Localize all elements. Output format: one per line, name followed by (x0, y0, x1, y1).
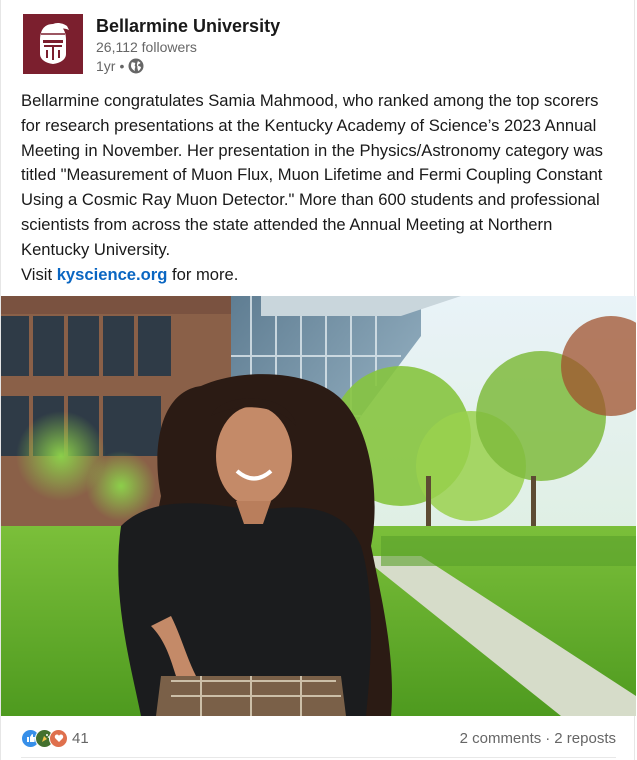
globe-icon (128, 58, 144, 74)
reaction-icons (21, 728, 68, 748)
follower-count: 26,112 followers (96, 39, 197, 55)
kyscience-link[interactable]: kyscience.org (57, 265, 168, 284)
reposts-count-link[interactable]: 2 reposts (554, 730, 616, 747)
reaction-count: 41 (72, 729, 89, 747)
post-header: Bellarmine University 26,112 followers 1… (23, 14, 280, 76)
divider (21, 757, 616, 758)
comments-count-link[interactable]: 2 comments (460, 730, 542, 747)
post-age: 1yr (96, 58, 116, 74)
post-timestamp-row: 1yr • (96, 56, 280, 76)
feed-post: Bellarmine University 26,112 followers 1… (0, 0, 636, 760)
post-author-meta: Bellarmine University 26,112 followers 1… (96, 14, 280, 76)
post-text: Bellarmine congratulates Samia Mahmood, … (21, 91, 603, 259)
counts-separator: · (545, 729, 551, 747)
post-body: Bellarmine congratulates Samia Mahmood, … (21, 89, 619, 287)
knight-helmet-icon (40, 22, 69, 64)
social-counts-bar: 41 2 comments · 2 reposts (1, 716, 636, 760)
reactions-summary[interactable]: 41 (21, 728, 89, 748)
meta-separator: • (119, 58, 125, 74)
engagement-counts: 2 comments · 2 reposts (460, 730, 616, 747)
company-logo[interactable] (23, 14, 83, 74)
post-visit-line: Visit kyscience.org for more. (21, 263, 619, 288)
campus-portrait-photo (1, 296, 636, 716)
author-name[interactable]: Bellarmine University (96, 15, 280, 37)
visit-prefix: Visit (21, 264, 53, 284)
visit-suffix: for more. (172, 264, 239, 284)
love-icon (49, 728, 68, 748)
post-image[interactable] (1, 296, 636, 716)
